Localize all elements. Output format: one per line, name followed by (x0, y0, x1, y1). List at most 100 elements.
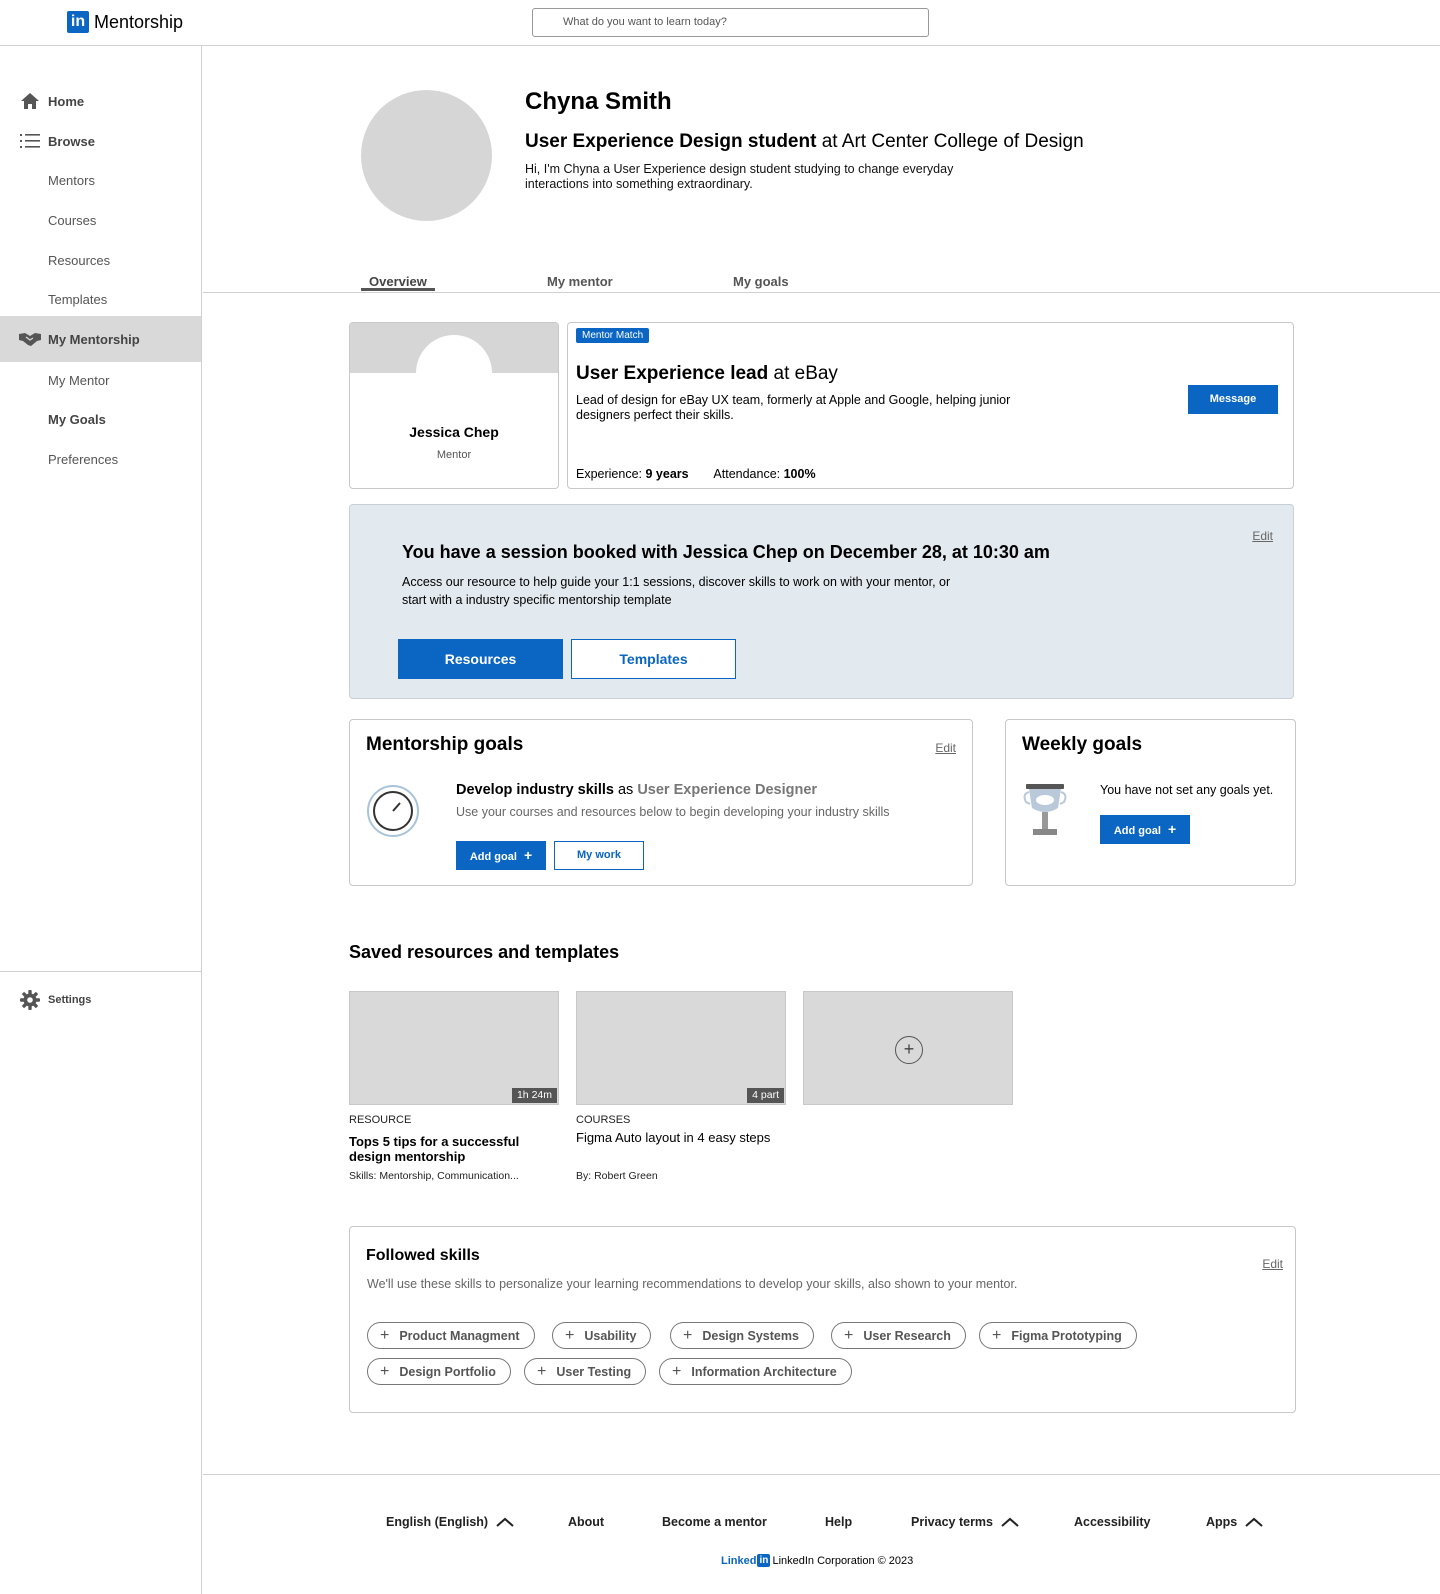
app-name: Mentorship (94, 11, 184, 32)
search-input[interactable]: What do you want to learn today? (532, 8, 929, 37)
goal-skill: Develop industry skills (456, 782, 614, 798)
plus-icon: + (683, 1326, 693, 1344)
sidebar-item-resources[interactable]: Resources (0, 240, 201, 280)
skill-chip[interactable]: + Information Architecture (659, 1358, 852, 1385)
sidebar-divider (0, 971, 201, 972)
skill-chip[interactable]: + Design Portfolio (367, 1358, 511, 1385)
skill-chip[interactable]: + Figma Prototyping (979, 1322, 1137, 1349)
sidebar-item-my-mentor[interactable]: My Mentor (0, 360, 201, 400)
session-description: Access our resource to help guide your 1… (402, 575, 951, 607)
skill-chip[interactable]: + Design Systems (670, 1322, 814, 1349)
mentor-title-role: User Experience lead (576, 363, 769, 384)
add-saved-item-tile[interactable]: + (803, 991, 1013, 1105)
resource-thumbnail[interactable]: 1h 24m (349, 991, 559, 1105)
sidebar-item-settings[interactable]: Settings (0, 985, 91, 1015)
footer-link-accessibility[interactable]: Accessibility (1074, 1515, 1150, 1529)
course-title[interactable]: Figma Auto layout in 4 easy steps (576, 1130, 781, 1145)
top-bar: in Mentorship What do you want to learn … (0, 0, 1440, 46)
tab-my-goals[interactable]: My goals (733, 274, 789, 289)
gear-icon (18, 988, 42, 1012)
footer-link-privacy[interactable]: Privacy terms (911, 1515, 1019, 1529)
resource-kind: RESOURCE (349, 1114, 412, 1126)
stopwatch-icon (366, 784, 420, 838)
goal-description: Use your courses and resources below to … (456, 805, 890, 819)
attendance-stat: Attendance: 100% (713, 467, 815, 481)
profile-avatar (361, 90, 492, 221)
mentor-name: Jessica Chep (409, 424, 499, 440)
profile-name: Chyna Smith (525, 88, 672, 115)
add-goal-label: Add goal (469, 851, 517, 863)
plus-icon: + (380, 1326, 390, 1344)
mentor-stats: Experience: 9 years Attendance: 100% (576, 467, 838, 481)
skill-label: Figma Prototyping (1011, 1328, 1122, 1343)
skill-label: User Testing (556, 1364, 632, 1379)
profile-role: User Experience Design student (525, 131, 817, 152)
linkedin-logo-icon: in (67, 11, 89, 33)
tab-my-mentor[interactable]: My mentor (547, 274, 613, 289)
mentor-description: Lead of design for eBay UX team, formerl… (576, 393, 1011, 422)
course-thumbnail[interactable]: 4 part (576, 991, 786, 1105)
templates-button[interactable]: Templates (571, 639, 736, 679)
experience-value: 9 years (645, 467, 689, 481)
add-circle-icon: + (895, 1036, 923, 1064)
skill-chip[interactable]: + Usability (552, 1322, 652, 1349)
skill-label: Usability (584, 1328, 637, 1343)
mentor-card[interactable]: Jessica Chep Mentor (349, 322, 559, 489)
chevron-up-icon (1245, 1517, 1263, 1527)
skills-description: We'll use these skills to personalize yo… (367, 1277, 1018, 1291)
linkedin-wordmark: Linked (721, 1554, 757, 1567)
message-button[interactable]: Message (1188, 385, 1278, 414)
mentor-avatar (416, 335, 492, 411)
sidebar-item-label: My Mentorship (48, 331, 140, 347)
sidebar: Home Browse Mentors Courses Resources Te… (0, 46, 202, 1594)
tab-overview[interactable]: Overview (369, 274, 427, 289)
session-edit-link[interactable]: Edit (1252, 529, 1273, 543)
weekly-add-goal-button[interactable]: Add goal + (1100, 815, 1190, 844)
footer-link-help[interactable]: Help (825, 1515, 852, 1529)
plus-icon: + (1167, 821, 1177, 837)
footer-link-apps[interactable]: Apps (1206, 1515, 1263, 1529)
sidebar-item-preferences[interactable]: Preferences (0, 439, 201, 479)
skill-label: Design Systems (702, 1328, 799, 1343)
mentorship-goals-edit-link[interactable]: Edit (935, 741, 956, 755)
sidebar-item-home[interactable]: Home (0, 81, 201, 121)
goal-role: User Experience Designer (637, 782, 818, 798)
resource-title[interactable]: Tops 5 tips for a successful design ment… (349, 1134, 554, 1164)
my-work-button[interactable]: My work (554, 841, 644, 870)
experience-stat: Experience: 9 years (576, 467, 689, 481)
copyright-text: LinkedIn Corporation © 2023 (772, 1554, 914, 1567)
attendance-value: 100% (783, 467, 816, 481)
course-kind: COURSES (576, 1114, 631, 1126)
plus-icon: + (565, 1326, 575, 1344)
footer-link-become-mentor[interactable]: Become a mentor (662, 1515, 767, 1529)
followed-skills-card: Followed skills Edit We'll use these ski… (349, 1226, 1296, 1413)
profile-org: at Art Center College of Design (816, 131, 1084, 152)
skill-chip[interactable]: + User Research (831, 1322, 966, 1349)
weekly-goals-heading: Weekly goals (1022, 734, 1143, 755)
sidebar-item-my-mentorship[interactable]: My Mentorship (0, 316, 201, 362)
sidebar-item-my-goals[interactable]: My Goals (0, 399, 201, 439)
session-title: You have a session booked with Jessica C… (402, 542, 1050, 562)
chevron-up-icon (1001, 1517, 1019, 1527)
mentor-title: User Experience lead at eBay (576, 363, 838, 385)
attendance-label: Attendance: (713, 467, 781, 481)
sidebar-item-courses[interactable]: Courses (0, 200, 201, 240)
mentorship-goals-heading: Mentorship goals (366, 734, 524, 755)
skill-chip[interactable]: + Product Managment (367, 1322, 535, 1349)
sidebar-item-templates[interactable]: Templates (0, 279, 201, 319)
trophy-icon (1020, 782, 1070, 838)
app-logo[interactable]: in Mentorship (67, 11, 183, 33)
sidebar-item-mentors[interactable]: Mentors (0, 160, 201, 200)
session-banner: Edit You have a session booked with Jess… (349, 504, 1294, 699)
goal-as: as (613, 782, 638, 798)
add-goal-label: Add goal (1113, 825, 1161, 837)
resources-button[interactable]: Resources (398, 639, 563, 679)
experience-label: Experience: (576, 467, 643, 481)
language-selector[interactable]: English (English) (386, 1515, 514, 1529)
plus-icon: + (672, 1362, 682, 1380)
sidebar-item-browse[interactable]: Browse (0, 121, 201, 161)
skills-edit-link[interactable]: Edit (1262, 1257, 1283, 1271)
skill-chip[interactable]: + User Testing (524, 1358, 647, 1385)
add-goal-button[interactable]: Add goal + (456, 841, 546, 870)
footer-link-about[interactable]: About (568, 1515, 604, 1529)
